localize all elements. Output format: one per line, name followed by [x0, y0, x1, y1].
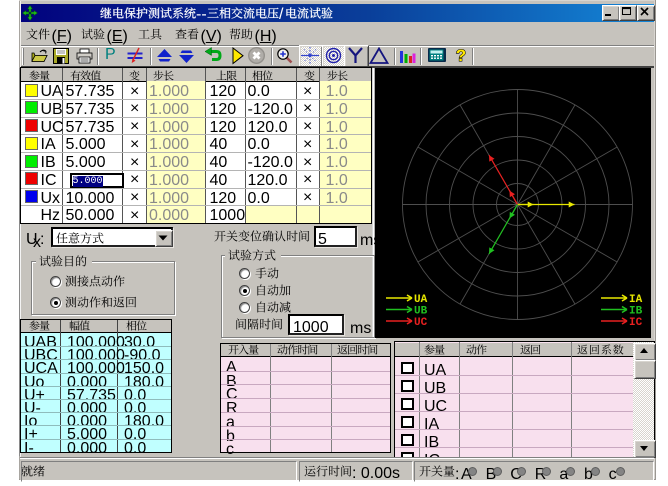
svg-text:IA: IA [629, 294, 643, 306]
svg-text:UC: UC [414, 317, 428, 329]
svg-text:?: ? [456, 46, 466, 65]
svg-text:IC: IC [629, 317, 643, 329]
svg-text:IB: IB [629, 306, 643, 318]
svg-text:UB: UB [414, 306, 428, 318]
svg-text:UA: UA [414, 294, 428, 306]
